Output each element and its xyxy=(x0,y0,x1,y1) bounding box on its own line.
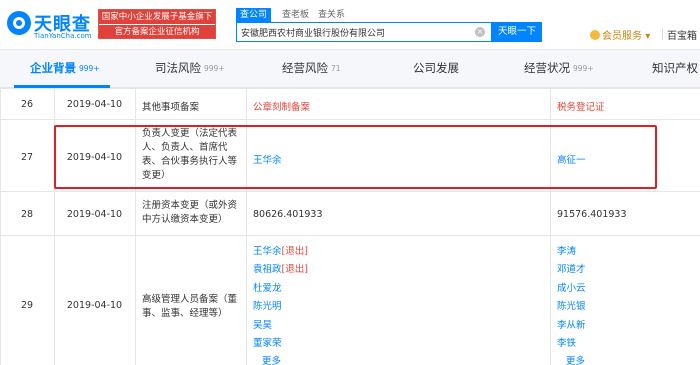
tab-legal-risk[interactable]: 司法风险 999+ xyxy=(155,50,225,88)
top-header: 天眼查 TianYanCha.com 国家中小企业发展子基金旗下 官方备案企业征… xyxy=(0,0,700,50)
banner-line-1: 国家中小企业发展子基金旗下 xyxy=(99,10,215,24)
value-before: 公章刻制备案 xyxy=(253,102,311,113)
row-divider xyxy=(0,235,700,236)
person-link-after[interactable]: 李涛 xyxy=(557,243,576,257)
more-link-before[interactable]: 更多 xyxy=(262,353,281,365)
person-entry-before: 董家荣 xyxy=(253,335,282,349)
more-link-after[interactable]: 更多 xyxy=(566,353,585,365)
tab-business-status[interactable]: 经营状况 999+ xyxy=(524,50,594,88)
person-entry-before: 杜爱龙 xyxy=(253,280,282,294)
tab-company-development[interactable]: 公司发展 xyxy=(413,50,459,88)
tab-label: 企业背景 xyxy=(30,61,76,75)
change-date: 2019-04-10 xyxy=(66,99,123,110)
person-link-after[interactable]: 李铁 xyxy=(557,335,576,349)
tab-label: 知识产权 xyxy=(652,61,698,75)
person-link[interactable]: 董家荣 xyxy=(253,338,282,349)
change-item: 其他事项备案 xyxy=(142,102,200,113)
row-divider xyxy=(0,191,700,192)
person-link[interactable]: 杜爱龙 xyxy=(253,283,282,294)
person-link-after[interactable]: 成小云 xyxy=(557,280,586,294)
change-date: 2019-04-10 xyxy=(66,209,123,220)
change-item: 注册资本变更（或外资中方认缴资本变更） xyxy=(142,200,238,225)
logo-eye-icon xyxy=(7,11,31,35)
person-entry-before: 王华余[退出] xyxy=(253,243,308,257)
tab-count: 71 xyxy=(331,64,341,73)
row-index: 28 xyxy=(20,209,34,220)
row-index: 29 xyxy=(20,300,34,311)
header-divider xyxy=(662,28,663,40)
search-box: × xyxy=(236,22,492,42)
highlight-box xyxy=(54,125,657,189)
search-tab-relation[interactable]: 查关系 xyxy=(314,8,349,22)
exit-tag: [退出] xyxy=(281,264,308,275)
chevron-down-icon: ▾ xyxy=(645,31,651,42)
search-tab-company[interactable]: 查公司 xyxy=(236,8,272,22)
row-index: 27 xyxy=(20,152,34,163)
person-link-after[interactable]: 陈光银 xyxy=(557,298,586,312)
certification-banner: 国家中小企业发展子基金旗下 官方备案企业征信机构 xyxy=(98,9,216,39)
search-tab-boss[interactable]: 查老板 xyxy=(278,8,313,22)
tab-count: 999+ xyxy=(79,64,100,73)
tab-label: 公司发展 xyxy=(413,61,459,75)
vip-label: 会员服务 xyxy=(602,31,642,42)
logo-url: TianYanCha.com xyxy=(34,32,92,40)
tab-intellectual-property[interactable]: 知识产权 xyxy=(652,50,698,88)
row-divider xyxy=(0,88,700,89)
tab-count: 999+ xyxy=(573,64,594,73)
search-input[interactable] xyxy=(241,23,467,41)
person-entry-before: 袁祖政[退出] xyxy=(253,261,308,275)
crown-icon xyxy=(590,30,600,40)
tab-enterprise-background[interactable]: 企业背景 999+ xyxy=(30,50,100,88)
tab-label: 司法风险 xyxy=(155,61,201,75)
value-after: 91576.401933 xyxy=(557,209,627,220)
site-logo[interactable]: 天眼查 TianYanCha.com xyxy=(6,8,92,42)
table-border xyxy=(0,88,1,365)
person-link[interactable]: 吴昊 xyxy=(253,320,272,331)
value-after: 税务登记证 xyxy=(557,102,605,113)
vip-service-menu[interactable]: 会员服务 ▾ xyxy=(590,27,650,42)
person-link-after[interactable]: 邓道才 xyxy=(557,261,586,275)
banner-line-2: 官方备案企业征信机构 xyxy=(99,24,215,38)
person-link[interactable]: 袁祖政 xyxy=(253,264,282,275)
row-index: 26 xyxy=(20,99,34,110)
person-link[interactable]: 王华余 xyxy=(253,246,282,257)
person-entry-before: 陈光明 xyxy=(253,298,282,312)
person-entry-before: 吴昊 xyxy=(253,317,272,331)
exit-tag: [退出] xyxy=(281,246,308,257)
tab-label: 经营风险 xyxy=(282,61,328,75)
person-link-after[interactable]: 李从新 xyxy=(557,317,586,331)
tab-count: 999+ xyxy=(204,64,225,73)
person-link[interactable]: 陈光明 xyxy=(253,301,282,312)
search-button[interactable]: 天眼一下 xyxy=(492,22,542,42)
clear-icon[interactable]: × xyxy=(475,27,485,37)
change-item: 高级管理人员备案（董事、监事、经理等） xyxy=(142,294,238,319)
toolbox-menu[interactable]: 百宝箱 xyxy=(667,27,697,42)
row-divider xyxy=(0,119,700,120)
tab-label: 经营状况 xyxy=(524,61,570,75)
section-tabs: 企业背景 999+ 司法风险 999+ 经营风险 71 公司发展 经营状况 999+ 知… xyxy=(0,50,700,88)
value-before: 80626.401933 xyxy=(253,209,323,220)
tab-operation-risk[interactable]: 经营风险 71 xyxy=(282,50,341,88)
change-date: 2019-04-10 xyxy=(66,300,123,311)
